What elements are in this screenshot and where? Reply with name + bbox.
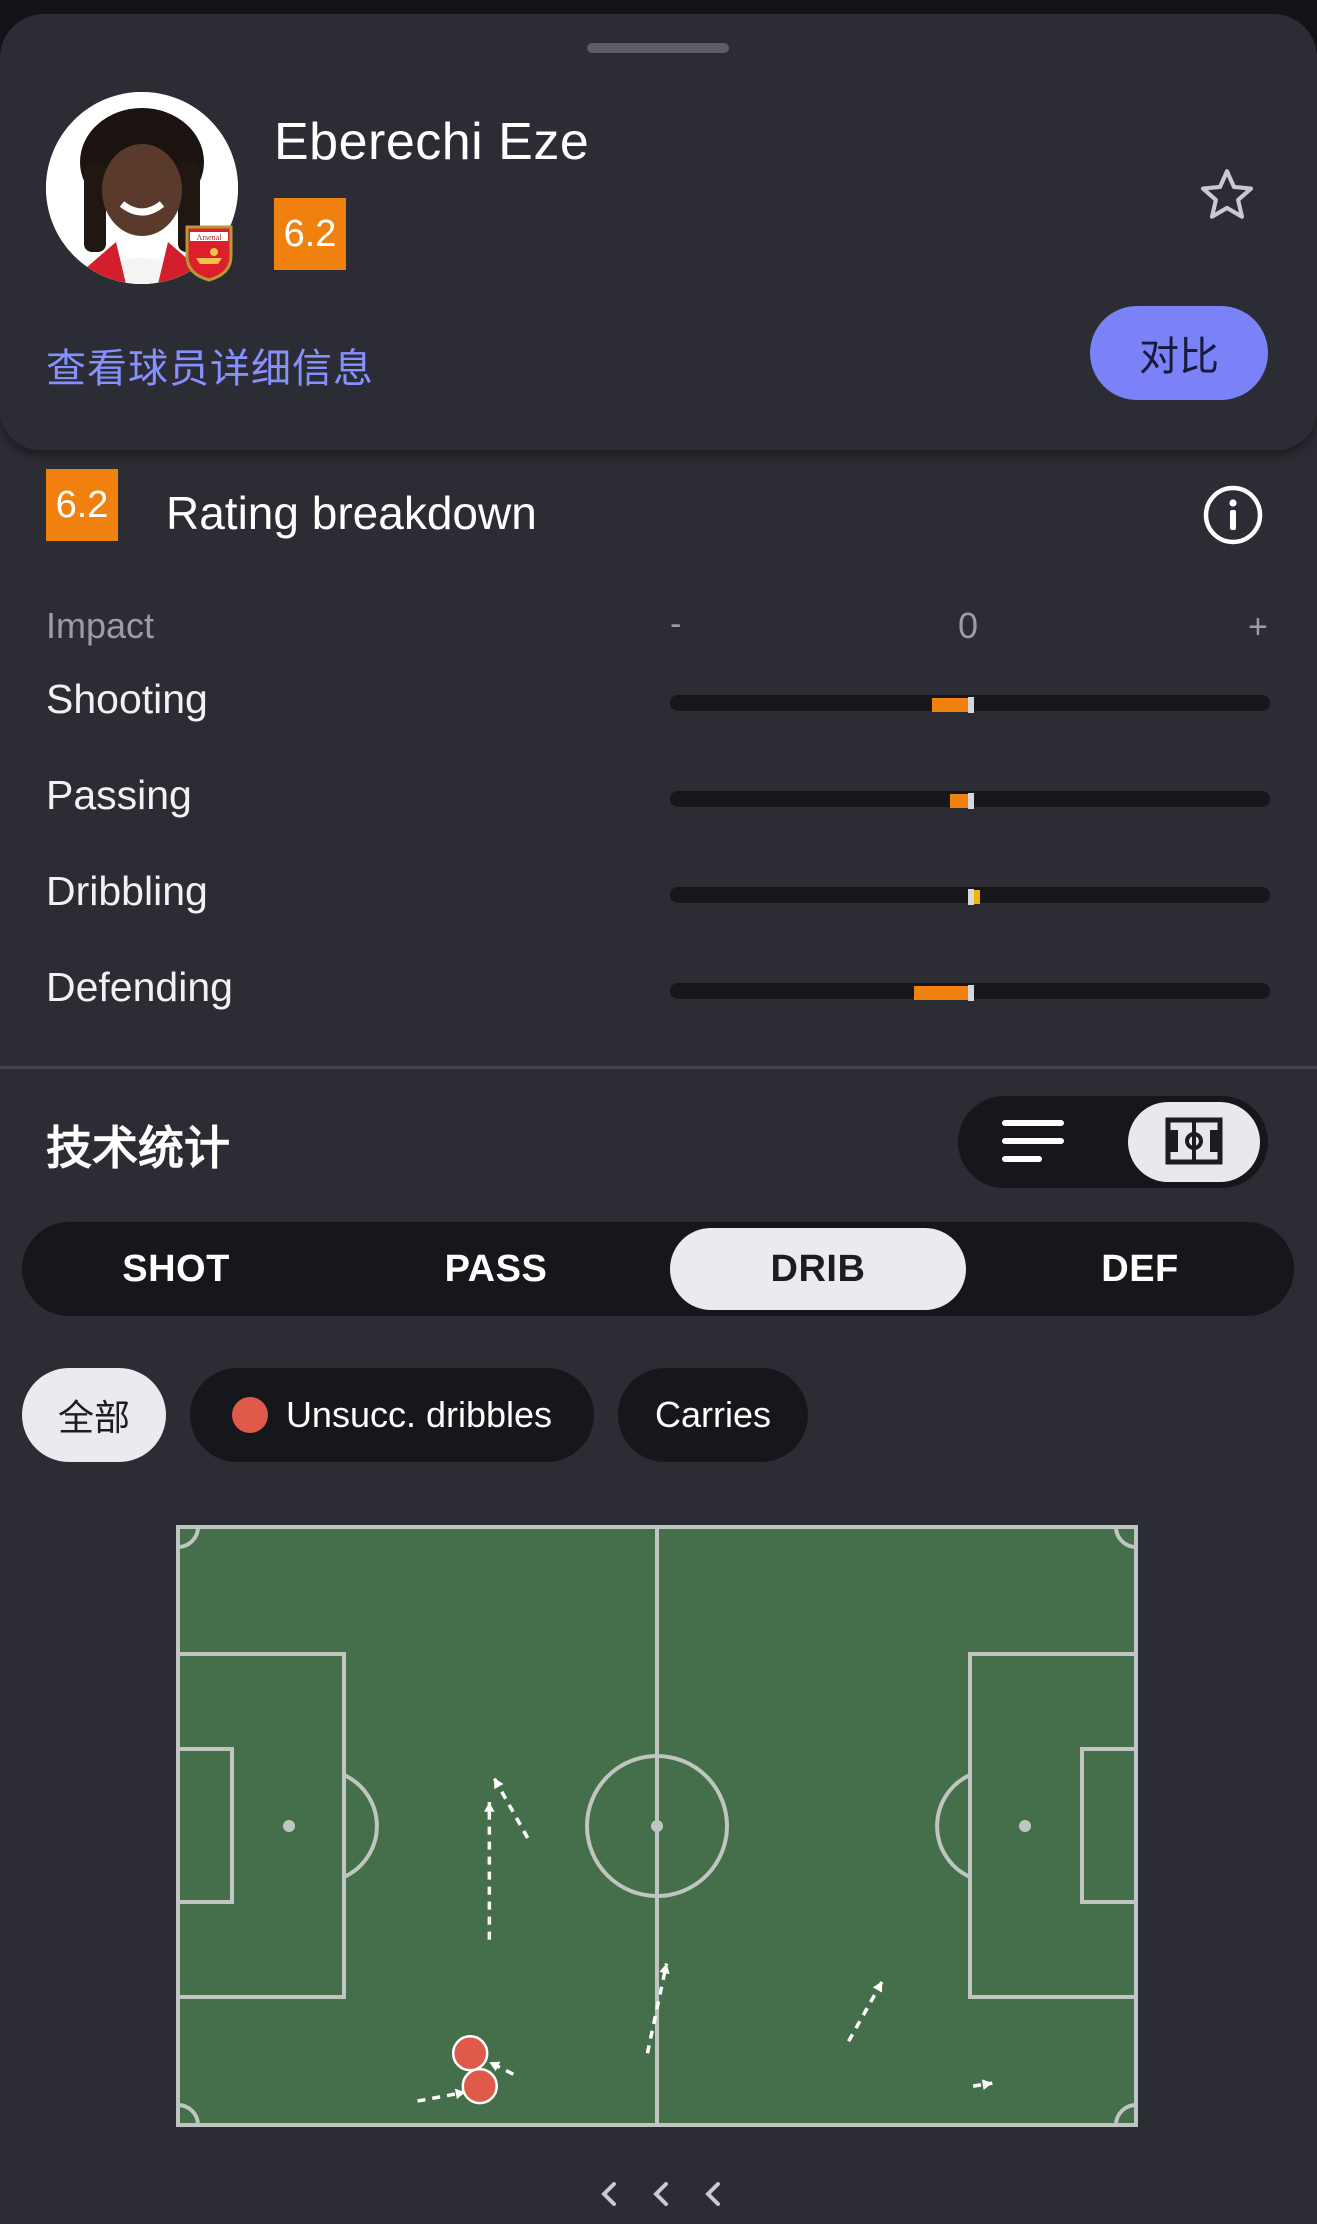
breakdown-row-passing: Passing: [0, 772, 1317, 832]
pitch-view-button[interactable]: [1128, 1102, 1260, 1182]
pager-chevrons[interactable]: [596, 2174, 726, 2214]
player-rating-badge: 6.2: [274, 198, 346, 270]
breakdown-row-label: Dribbling: [46, 868, 208, 914]
impact-zero-marker: [968, 985, 974, 1001]
tab-shot[interactable]: SHOT: [28, 1228, 324, 1310]
impact-label: Impact: [46, 605, 155, 646]
filter-label: Unsucc. dribbles: [285, 1394, 553, 1435]
list-view-icon[interactable]: [998, 1114, 1088, 1170]
impact-bar-fill: [950, 794, 968, 808]
impact-bar: [670, 887, 1270, 905]
pitch-map: [176, 1525, 1138, 2127]
unsuccessful-dribble-marker[interactable]: [451, 2034, 489, 2072]
scale-minus: -: [670, 605, 682, 643]
tab-pass[interactable]: PASS: [348, 1228, 644, 1310]
chevron-left-icon: [653, 2182, 668, 2206]
impact-bar-fill: [914, 986, 968, 1000]
breakdown-row-label: Defending: [46, 964, 233, 1010]
player-header: Arsenal Eberechi Eze 6.2 查看球员详细信息 对比: [0, 14, 1317, 450]
compare-button[interactable]: 对比: [1090, 306, 1268, 400]
unsuccessful-dribble-dot-icon: [231, 1397, 268, 1433]
breakdown-row-label: Passing: [46, 772, 192, 818]
section-divider: [0, 1066, 1317, 1069]
breakdown-row-defending: Defending: [0, 964, 1317, 1024]
favorite-star-icon[interactable]: [1196, 164, 1258, 226]
player-details-link[interactable]: 查看球员详细信息: [46, 336, 374, 394]
impact-zero-marker: [968, 793, 974, 809]
club-crest-icon: Arsenal: [185, 225, 233, 282]
impact-bar: [670, 791, 1270, 809]
pitch-view-icon: [1165, 1117, 1223, 1165]
filter-unsuccessful-dribbles[interactable]: Unsucc. dribbles: [190, 1368, 594, 1462]
center-spot: [651, 1820, 663, 1832]
info-icon[interactable]: [1202, 484, 1264, 546]
impact-zero-marker: [968, 697, 974, 713]
scale-plus: +: [1248, 608, 1268, 646]
impact-zero-marker: [968, 889, 974, 905]
svg-text:Arsenal: Arsenal: [197, 233, 223, 242]
chevron-left-icon: [705, 2182, 720, 2206]
breakdown-rating-badge: 6.2: [46, 469, 118, 541]
breakdown-row-label: Shooting: [46, 676, 208, 722]
player-name: Eberechi Eze: [274, 113, 590, 171]
filter-carries[interactable]: Carries: [618, 1368, 808, 1462]
stat-category-tabs: SHOT PASS DRIB DEF: [22, 1222, 1294, 1316]
filter-all[interactable]: 全部: [22, 1368, 166, 1462]
breakdown-row-dribbling: Dribbling: [0, 868, 1317, 928]
tab-def[interactable]: DEF: [992, 1228, 1288, 1310]
impact-bar-fill: [974, 890, 980, 904]
scale-zero: 0: [958, 605, 979, 646]
view-mode-toggle: [958, 1096, 1268, 1188]
technical-stats-title: 技术统计: [46, 1121, 230, 1175]
left-penalty-spot: [283, 1820, 295, 1832]
impact-bar-fill: [932, 698, 968, 712]
right-penalty-spot: [1019, 1820, 1031, 1832]
impact-bar: [670, 695, 1270, 713]
bottom-sheet: Arsenal Eberechi Eze 6.2 查看球员详细信息 对比 6.2…: [0, 14, 1317, 2224]
breakdown-row-shooting: Shooting: [0, 676, 1317, 736]
chevron-left-icon: [601, 2182, 616, 2206]
tab-drib[interactable]: DRIB: [670, 1228, 966, 1310]
unsuccessful-dribble-marker[interactable]: [461, 2067, 499, 2105]
drag-handle[interactable]: [587, 43, 729, 53]
impact-bar: [670, 983, 1270, 1001]
breakdown-title: Rating breakdown: [166, 487, 537, 539]
